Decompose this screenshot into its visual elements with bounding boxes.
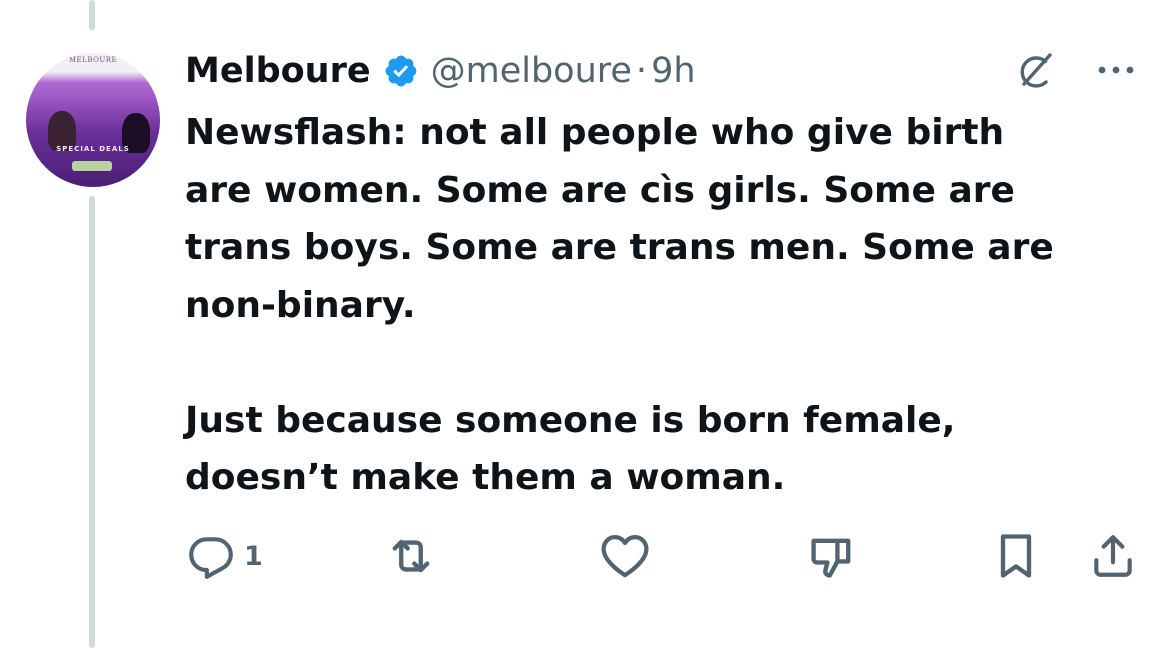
reply-button[interactable]: 1 xyxy=(186,528,263,584)
tweet-text-line: Newsflash: not all people who give birth xyxy=(185,112,1005,153)
tweet-header: Melboure @melboure · 9h xyxy=(185,46,696,96)
tweet-text-line: non-binary. xyxy=(185,284,416,326)
thread-line-top xyxy=(89,0,95,30)
reply-icon xyxy=(186,531,236,581)
share-button[interactable] xyxy=(1088,528,1138,584)
like-button[interactable] xyxy=(598,528,652,584)
like-icon xyxy=(598,529,652,583)
separator-dot: · xyxy=(635,51,648,91)
display-name[interactable]: Melboure xyxy=(185,51,371,91)
tweet-text-line: doesn’t make them a woman. xyxy=(185,457,786,498)
action-bar: 1 xyxy=(0,528,1170,584)
retweet-icon xyxy=(385,530,437,582)
avatar-caption: SPECIAL DEALS xyxy=(56,145,130,153)
bookmark-button[interactable] xyxy=(993,528,1039,584)
bookmark-icon xyxy=(993,530,1039,582)
reply-count: 1 xyxy=(244,540,263,572)
retweet-button[interactable] xyxy=(385,528,437,584)
dislike-icon xyxy=(806,530,858,582)
more-icon[interactable] xyxy=(1094,58,1138,82)
timestamp[interactable]: 9h xyxy=(651,51,695,91)
avatar[interactable]: MELBOURE SPECIAL DEALS xyxy=(26,53,160,187)
tweet-text: Newsflash: not all people who give birth… xyxy=(185,104,1145,507)
tweet-text-line: trans boys. Some are trans men. Some are xyxy=(185,227,1054,268)
dislike-button[interactable] xyxy=(806,528,858,584)
verified-badge-icon[interactable] xyxy=(383,53,419,89)
user-handle[interactable]: @melboure xyxy=(431,51,632,91)
tweet-text-line: are women. Some are cìs girls. Some are xyxy=(185,169,1015,211)
tweet-text-line: Just because someone is born female, xyxy=(185,399,956,441)
grok-icon[interactable] xyxy=(1010,48,1058,96)
avatar-button-graphic xyxy=(72,161,112,171)
share-icon xyxy=(1088,530,1138,582)
avatar-brand-text: MELBOURE xyxy=(68,56,118,64)
